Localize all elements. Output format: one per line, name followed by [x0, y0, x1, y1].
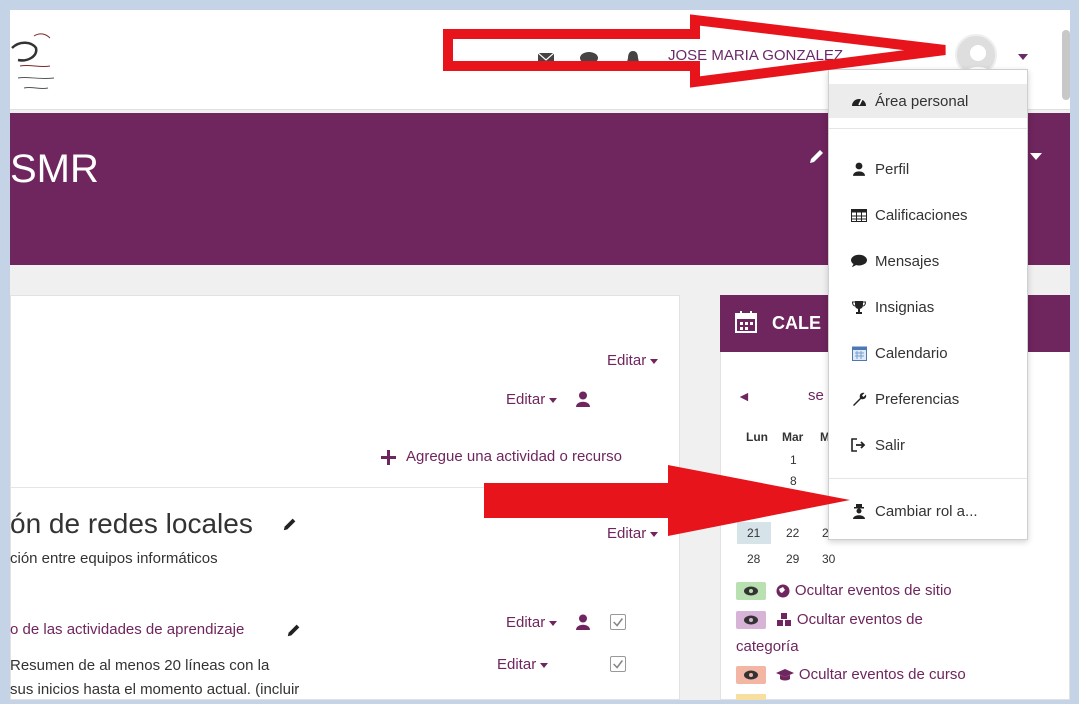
menu-item-label: Insignias — [875, 298, 935, 316]
wrench-icon — [851, 391, 867, 407]
section-divider — [10, 487, 680, 488]
globe-icon — [776, 584, 790, 598]
edit-label: Editar — [506, 391, 546, 408]
edit-menu-link[interactable]: Editar — [497, 656, 549, 673]
browser-viewport: JOSE MARIA GONZALEZ SMR Editar Editar Ag… — [10, 10, 1070, 700]
eye-icon — [736, 611, 766, 629]
edit-label: Editar — [607, 525, 647, 542]
calendar-filter-label: Ocultar eventos de sitio — [794, 582, 952, 600]
pencil-icon[interactable] — [286, 622, 302, 638]
calendar-day-header: Lun — [746, 430, 768, 444]
caret-down-icon — [540, 662, 549, 668]
user-icon[interactable] — [576, 614, 590, 630]
menu-divider — [829, 478, 1027, 479]
edit-label: Editar — [497, 656, 537, 673]
calendar-day[interactable]: 1 — [790, 453, 797, 467]
activity-description-line: sus inicios hasta el momento actual. (in… — [10, 681, 300, 698]
menu-item-label: Calendario — [875, 344, 948, 362]
eye-icon — [736, 582, 766, 600]
caret-down-icon — [650, 531, 659, 537]
menu-item-cambiar-rol[interactable]: Cambiar rol a... — [829, 494, 1027, 528]
user-secret-icon — [851, 503, 867, 519]
calendar-day[interactable]: 8 — [790, 474, 797, 488]
bell-icon[interactable] — [626, 50, 640, 66]
menu-item-label: Cambiar rol a... — [875, 502, 978, 520]
menu-item-preferencias[interactable]: Preferencias — [829, 382, 1027, 416]
edit-menu-link[interactable]: Editar — [506, 391, 558, 408]
course-content-card — [10, 295, 680, 700]
user-menu-caret-icon[interactable] — [1018, 54, 1028, 60]
comment-icon[interactable] — [580, 52, 598, 66]
plus-icon[interactable] — [381, 450, 396, 465]
calendar-filter-category[interactable]: Ocultar eventos de — [736, 611, 923, 629]
edit-menu-link[interactable]: Editar — [607, 352, 659, 369]
page-scrollbar[interactable] — [1062, 30, 1070, 100]
calendar-prev-month-button[interactable]: ◄ — [737, 388, 751, 404]
eye-icon — [736, 666, 766, 684]
calendar-filter-course[interactable]: Ocultar eventos de curso — [736, 666, 966, 684]
user-menu-name[interactable]: JOSE MARIA GONZALEZ — [668, 47, 843, 64]
edit-menu-link[interactable]: Editar — [506, 614, 558, 631]
calendar-icon — [851, 345, 867, 361]
menu-item-label: Calificaciones — [875, 206, 968, 224]
section-summary: ción entre equipos informáticos — [10, 550, 218, 567]
user-icon[interactable] — [576, 391, 590, 407]
sign-out-icon — [851, 437, 867, 453]
calendar-day[interactable]: 22 — [786, 526, 799, 540]
cubes-icon — [777, 613, 792, 626]
comment-icon — [851, 253, 867, 269]
calendar-day[interactable]: 29 — [786, 552, 799, 566]
site-logo[interactable] — [10, 26, 60, 96]
calendar-day[interactable]: 30 — [822, 552, 835, 566]
completion-checkbox[interactable] — [610, 614, 626, 630]
calendar-day[interactable]: 28 — [747, 552, 760, 566]
calendar-day-header: Mar — [782, 430, 804, 444]
header-menu-caret-icon[interactable] — [1030, 153, 1042, 160]
menu-item-label: Salir — [875, 436, 906, 454]
section-title: ón de redes locales — [10, 508, 253, 539]
menu-item-calendario[interactable]: Calendario — [829, 336, 1027, 370]
calendar-filter-label: Ocultar eventos de — [796, 611, 923, 629]
add-activity-link[interactable]: Agregue una actividad o recurso — [406, 448, 622, 465]
completion-checkbox[interactable] — [610, 656, 626, 672]
pencil-icon[interactable] — [282, 516, 298, 532]
menu-divider — [829, 128, 1027, 129]
trophy-icon — [851, 299, 867, 315]
graduation-cap-icon — [776, 669, 795, 681]
menu-item-label: Preferencias — [875, 390, 960, 408]
dashboard-icon — [851, 93, 867, 109]
calendar-filter-label-continued: categoría — [736, 638, 799, 655]
calendar-day-today[interactable]: 21 — [747, 526, 760, 540]
calendar-filter-badge-partial — [736, 694, 766, 700]
menu-item-label: Mensajes — [875, 252, 940, 270]
menu-item-label: Área personal — [875, 92, 969, 110]
edit-menu-link[interactable]: Editar — [607, 525, 659, 542]
activity-description-line: Resumen de al menos 20 líneas con la — [10, 657, 270, 674]
calendar-month-label: se — [808, 387, 824, 404]
pencil-icon[interactable] — [808, 147, 826, 165]
calendar-filter-label: Ocultar eventos de curso — [798, 666, 966, 684]
menu-item-perfil[interactable]: Perfil — [829, 152, 1027, 186]
activity-link[interactable]: o de las actividades de aprendizaje — [10, 621, 244, 638]
envelope-icon[interactable] — [538, 52, 554, 66]
calendar-icon — [735, 311, 757, 333]
menu-item-mensajes[interactable]: Mensajes — [829, 244, 1027, 278]
table-icon — [851, 207, 867, 223]
menu-item-salir[interactable]: Salir — [829, 428, 1027, 462]
menu-item-label: Perfil — [875, 160, 910, 178]
menu-item-insignias[interactable]: Insignias — [829, 290, 1027, 324]
edit-label: Editar — [607, 352, 647, 369]
menu-item-area-personal[interactable]: Área personal — [829, 84, 1027, 118]
edit-label: Editar — [506, 614, 546, 631]
caret-down-icon — [549, 397, 558, 403]
page-title: SMR — [10, 147, 99, 191]
user-icon — [851, 161, 867, 177]
menu-item-calificaciones[interactable]: Calificaciones — [829, 198, 1027, 232]
caret-down-icon — [650, 358, 659, 364]
calendar-filter-site[interactable]: Ocultar eventos de sitio — [736, 582, 952, 600]
calendar-block-title: CALE — [772, 313, 821, 333]
caret-down-icon — [549, 620, 558, 626]
user-dropdown-menu: Área personal Perfil Calificaciones Mens… — [828, 69, 1028, 540]
